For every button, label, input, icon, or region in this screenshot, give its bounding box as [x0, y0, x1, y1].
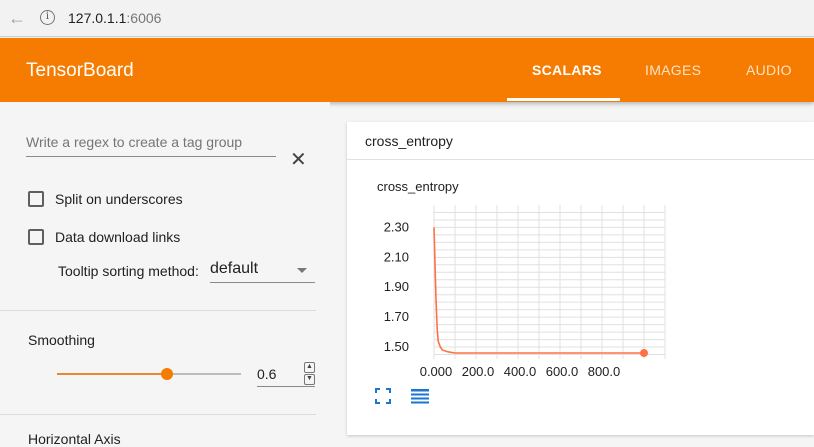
smoothing-input[interactable]: 0.6 ▲ ▼: [257, 362, 315, 387]
fullscreen-icon[interactable]: [375, 388, 391, 404]
tooltip-sorting-value: default: [210, 260, 259, 277]
regex-input[interactable]: Write a regex to create a tag group: [26, 134, 276, 157]
smoothing-label: Smoothing: [28, 332, 95, 348]
y-tick-label: 2.10: [384, 249, 409, 264]
app-header: TensorBoard SCALARS IMAGES AUDIO: [0, 38, 814, 102]
x-tick-label: 800.0: [588, 364, 621, 379]
x-tick-label: 600.0: [546, 364, 579, 379]
data-download-label: Data download links: [55, 229, 181, 245]
smoothing-slider-fill: [57, 373, 168, 375]
address-bar[interactable]: ← i 127.0.1.1:6006: [0, 0, 814, 37]
divider: [0, 414, 316, 415]
series-end-point: [640, 349, 648, 358]
clear-close-icon[interactable]: ✕: [290, 147, 307, 172]
smoothing-slider[interactable]: [57, 368, 241, 380]
data-table-icon[interactable]: [410, 388, 430, 404]
info-icon[interactable]: i: [40, 10, 55, 25]
horizontal-axis-label: Horizontal Axis: [28, 431, 121, 447]
url-port: :6006: [126, 10, 162, 26]
y-tick-label: 1.90: [384, 279, 409, 294]
smoothing-slider-knob[interactable]: [161, 368, 174, 380]
smoothing-value: 0.6: [257, 366, 277, 382]
url-host: 127.0.1.1: [68, 10, 127, 26]
scalar-chart[interactable]: 2.30 2.10 1.90 1.70 1.50 0.000 200.0 400.0 600.0…: [347, 122, 814, 382]
url-text[interactable]: 127.0.1.1:6006: [68, 10, 161, 26]
active-tab-indicator: [507, 98, 620, 101]
x-tick-label: 400.0: [504, 364, 537, 379]
y-tick-label: 1.70: [384, 309, 409, 324]
tooltip-sorting-select[interactable]: default: [210, 260, 315, 283]
increment-icon[interactable]: ▲: [304, 362, 315, 373]
data-download-checkbox[interactable]: [28, 229, 44, 245]
decrement-icon[interactable]: ▼: [304, 374, 315, 385]
back-arrow-icon[interactable]: ←: [8, 8, 28, 28]
x-tick-label: 0.000: [420, 364, 453, 379]
sidebar: Write a regex to create a tag group ✕ Sp…: [0, 102, 330, 447]
tab-images[interactable]: IMAGES: [645, 62, 701, 78]
x-tick-label: 200.0: [462, 364, 495, 379]
scalar-card: cross_entropy cross_entropy 2.30 2.10 1.90…: [347, 122, 814, 435]
tab-scalars[interactable]: SCALARS: [532, 62, 602, 78]
app-title: TensorBoard: [26, 60, 134, 81]
split-underscores-checkbox[interactable]: [28, 191, 44, 207]
tab-audio[interactable]: AUDIO: [746, 62, 792, 78]
tooltip-sorting-label: Tooltip sorting method:: [58, 263, 199, 279]
y-tick-label: 2.30: [384, 219, 409, 234]
divider: [0, 310, 316, 311]
split-underscores-label: Split on underscores: [55, 191, 183, 207]
y-tick-label: 1.50: [384, 339, 409, 354]
dropdown-arrow-icon: [297, 268, 307, 273]
